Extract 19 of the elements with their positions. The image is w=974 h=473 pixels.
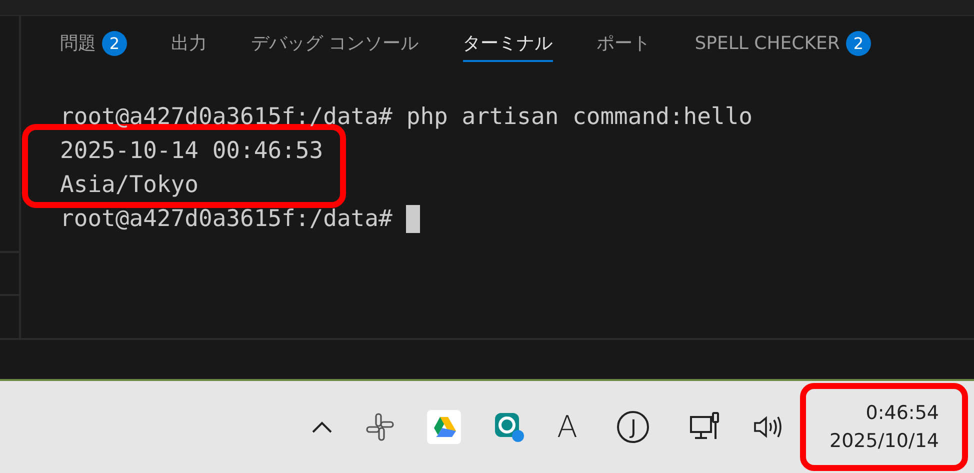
count-badge: 2 bbox=[846, 30, 871, 56]
panel-tab[interactable]: デバッグ コンソール bbox=[251, 16, 419, 62]
clock[interactable]: 0:46:54 2025/10/14 bbox=[829, 399, 939, 455]
chevron-up-icon[interactable] bbox=[310, 420, 333, 434]
panel-tab[interactable]: SPELL CHECKER 2 bbox=[694, 16, 871, 62]
panel-tab[interactable]: ポート bbox=[596, 16, 651, 62]
speaker-icon[interactable] bbox=[753, 414, 784, 440]
input-mode-indicator[interactable]: A bbox=[556, 410, 578, 444]
ime-indicator[interactable]: J bbox=[617, 411, 650, 443]
panel-tab[interactable]: 問題 2 bbox=[60, 16, 127, 62]
panel-tab[interactable]: 出力 bbox=[171, 16, 207, 62]
terminal-prompt: root@a427d0a3615f:/data# bbox=[60, 205, 392, 234]
terminal-command: php artisan command:hello bbox=[406, 103, 753, 132]
terminal-output: 2025-10-14 00:46:53 bbox=[60, 137, 324, 166]
terminal-prompt: root@a427d0a3615f:/data# bbox=[60, 103, 392, 132]
count-badge: 2 bbox=[102, 30, 127, 56]
panel-tab[interactable]: ターミナル bbox=[462, 16, 553, 62]
terminal-output: Asia/Tokyo bbox=[60, 171, 198, 200]
hash-logo-icon[interactable] bbox=[364, 412, 395, 442]
